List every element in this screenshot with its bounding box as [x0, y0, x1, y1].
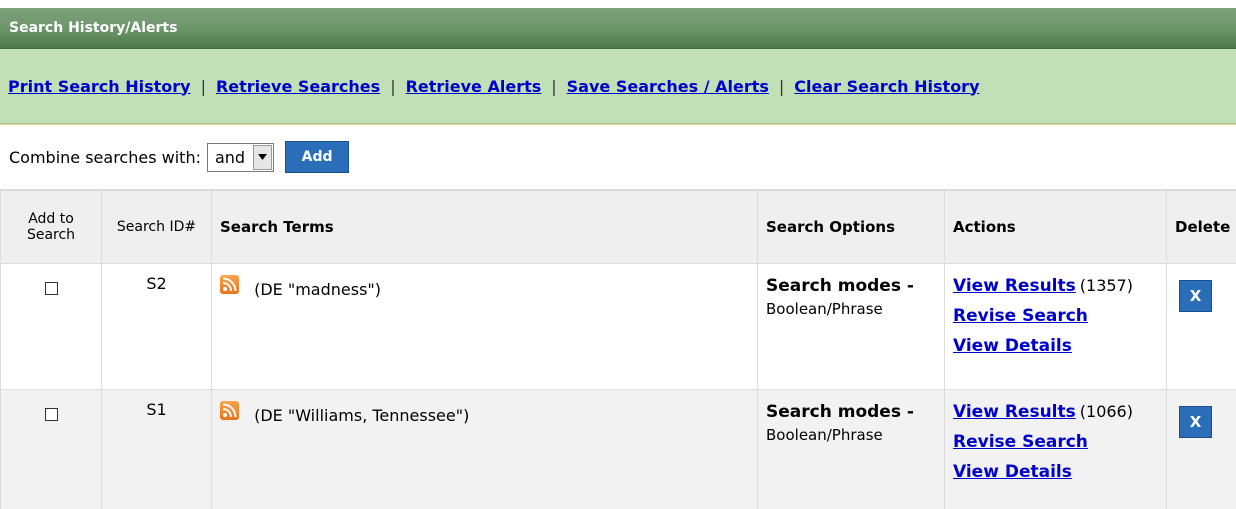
retrieve-searches-link[interactable]: Retrieve Searches	[216, 77, 380, 96]
view-results-link[interactable]: View Results	[953, 402, 1076, 422]
combine-operator-select[interactable]: and	[206, 142, 275, 172]
delete-cell: X	[1166, 263, 1236, 390]
add-to-search-checkbox[interactable]	[44, 408, 58, 421]
add-button[interactable]: Add	[285, 141, 350, 173]
search-id-cell: S2	[101, 263, 212, 390]
delete-search-button[interactable]: X	[1179, 280, 1212, 312]
clear-search-history-link[interactable]: Clear Search History	[794, 77, 979, 96]
result-count: (1357)	[1079, 276, 1133, 295]
print-search-history-link[interactable]: Print Search History	[8, 77, 191, 96]
table-row: S2 (DE "madness") Search modes - Boolean…	[0, 263, 1236, 390]
add-to-search-cell	[0, 389, 102, 509]
add-to-search-cell	[0, 263, 102, 390]
search-modes-value: Boolean/Phrase	[766, 300, 883, 318]
link-separator: |	[778, 76, 785, 96]
column-header-search-id: Search ID#	[101, 190, 212, 264]
actions-cell: View Results (1357) Revise Search View De…	[944, 263, 1167, 390]
search-history-panel: Search History/Alerts Print Search Histo…	[0, 0, 1236, 509]
retrieve-alerts-link[interactable]: Retrieve Alerts	[406, 77, 542, 96]
search-id: S1	[146, 400, 167, 419]
table-header-row: Add to Search Search ID# Search Terms Se…	[0, 190, 1236, 264]
search-terms-text: (DE "madness")	[254, 280, 382, 299]
revise-search-link[interactable]: Revise Search	[953, 306, 1088, 326]
link-separator: |	[200, 76, 206, 96]
link-separator: |	[551, 76, 557, 96]
column-header-add-to-search: Add to Search	[0, 190, 102, 264]
actions-cell: View Results (1066) Revise Search View De…	[944, 389, 1167, 509]
combine-label: Combine searches with:	[9, 147, 201, 167]
view-results-link[interactable]: View Results	[953, 276, 1076, 296]
save-searches-alerts-link[interactable]: Save Searches / Alerts	[567, 77, 769, 96]
search-history-table: Add to Search Search ID# Search Terms Se…	[0, 190, 1236, 509]
search-id-cell: S1	[101, 389, 212, 509]
search-options-cell: Search modes - Boolean/Phrase	[757, 389, 945, 509]
rss-feed-icon[interactable]	[220, 275, 239, 294]
search-id: S2	[146, 274, 167, 293]
search-terms-cell: (DE "madness")	[211, 263, 758, 390]
view-details-link[interactable]: View Details	[953, 462, 1072, 482]
search-modes-label: Search modes -	[766, 276, 914, 296]
rss-feed-icon[interactable]	[220, 401, 239, 420]
delete-search-button[interactable]: X	[1179, 406, 1212, 438]
panel-title: Search History/Alerts	[9, 20, 178, 36]
column-header-actions: Actions	[944, 190, 1167, 264]
combine-operator-value: and	[214, 147, 246, 167]
search-modes-label: Search modes -	[766, 402, 914, 422]
history-links-bar: Print Search History | Retrieve Searches…	[0, 49, 1236, 124]
chevron-down-icon[interactable]	[253, 144, 273, 170]
revise-search-link[interactable]: Revise Search	[953, 432, 1088, 452]
link-separator: |	[390, 76, 396, 96]
table-row: S1 (DE "Williams, Tennessee") Search mod…	[0, 389, 1236, 509]
search-terms-cell: (DE "Williams, Tennessee")	[211, 389, 758, 509]
search-terms-text: (DE "Williams, Tennessee")	[254, 406, 470, 425]
search-modes-value: Boolean/Phrase	[766, 426, 883, 444]
panel-title-bar: Search History/Alerts	[0, 8, 1236, 49]
view-details-link[interactable]: View Details	[953, 336, 1072, 356]
result-count: (1066)	[1079, 402, 1133, 421]
column-header-search-terms: Search Terms	[211, 190, 758, 264]
column-header-delete: Delete	[1166, 190, 1236, 264]
column-header-search-options: Search Options	[757, 190, 945, 264]
add-to-search-checkbox[interactable]	[44, 282, 58, 295]
delete-cell: X	[1166, 389, 1236, 509]
search-options-cell: Search modes - Boolean/Phrase	[757, 263, 945, 390]
combine-searches-bar: Combine searches with: and Add	[0, 124, 1236, 190]
